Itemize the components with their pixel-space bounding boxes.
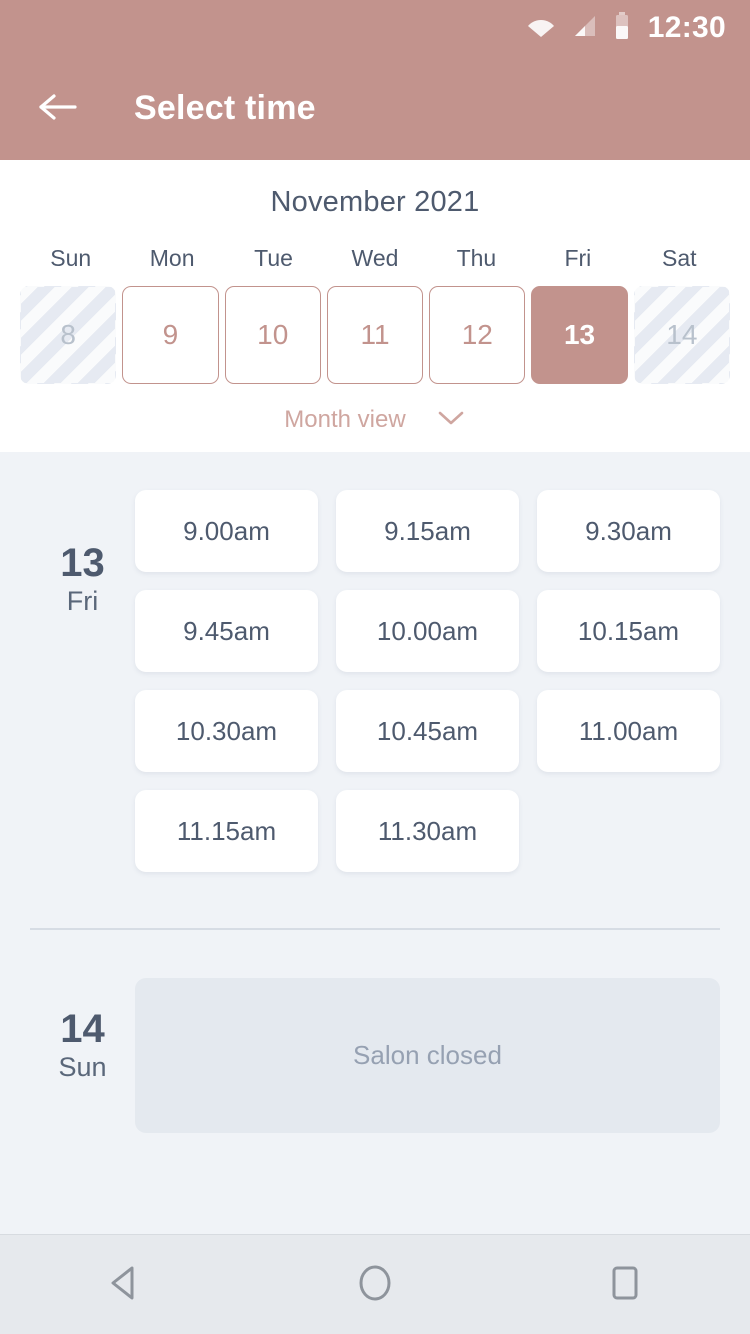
arrow-left-icon — [37, 91, 79, 126]
screen-select-time: 12:30 Select time November 2021 Sun Mon … — [0, 0, 750, 1334]
calendar-day-9[interactable]: 9 — [122, 286, 219, 384]
calendar-day-13[interactable]: 13 — [531, 286, 628, 384]
time-slot-5[interactable]: 10.15am — [537, 590, 720, 672]
weekday-label-tue: Tue — [254, 245, 293, 271]
calendar-month-title: November 2021 — [270, 186, 480, 218]
calendar-day-12[interactable]: 12 — [429, 286, 526, 384]
month-view-label: Month view — [284, 406, 406, 433]
schedule-day-13-number: 13 — [60, 541, 105, 585]
schedule-day-14-label: 14 Sun — [30, 978, 135, 1133]
weekday-label-mon: Mon — [149, 245, 195, 271]
time-slot-9[interactable]: 11.15am — [135, 790, 318, 872]
calendar-weekday-row: Sun Mon Tue Wed Thu Fri Sat — [0, 245, 750, 272]
battery-icon — [614, 11, 630, 45]
weekday-label-fri: Fri — [564, 245, 592, 271]
calendar-panel: November 2021 Sun Mon Tue Wed Thu Fri Sa… — [0, 160, 750, 452]
calendar-day-14: 14 — [634, 286, 730, 384]
time-slot-10[interactable]: 11.30am — [336, 790, 519, 872]
calendar-day-8: 8 — [20, 286, 116, 384]
signal-icon — [572, 14, 598, 43]
page-title: Select time — [134, 88, 316, 127]
schedule-day-14: 14 Sun Salon closed — [0, 930, 750, 1133]
status-bar: 12:30 — [0, 0, 750, 56]
time-slot-0[interactable]: 9.00am — [135, 490, 318, 572]
android-nav-bar — [0, 1234, 750, 1334]
schedule-list: 13 Fri 9.00am 9.15am 9.30am 9.45am 10.00… — [0, 452, 750, 1234]
time-slot-7[interactable]: 10.45am — [336, 690, 519, 772]
status-bar-clock: 12:30 — [647, 11, 726, 44]
schedule-day-13-slot-grid: 9.00am 9.15am 9.30am 9.45am 10.00am 10.1… — [135, 490, 720, 872]
chevron-down-icon — [436, 409, 466, 432]
status-bar-icons — [526, 11, 630, 45]
schedule-day-13-weekday: Fri — [66, 586, 99, 616]
weekday-label-sat: Sat — [662, 245, 697, 271]
time-slot-8[interactable]: 11.00am — [537, 690, 720, 772]
nav-home-button[interactable] — [315, 1235, 435, 1334]
back-triangle-icon — [106, 1263, 144, 1306]
month-view-toggle[interactable]: Month view — [0, 406, 750, 434]
calendar-day-11[interactable]: 11 — [326, 286, 424, 384]
calendar-day-10[interactable]: 10 — [224, 286, 321, 384]
weekday-label-wed: Wed — [351, 245, 399, 271]
back-button[interactable] — [30, 80, 86, 136]
time-slot-4[interactable]: 10.00am — [336, 590, 519, 672]
time-slot-6[interactable]: 10.30am — [135, 690, 318, 772]
schedule-day-13-label: 13 Fri — [30, 490, 135, 872]
wifi-icon — [526, 14, 556, 43]
schedule-day-13: 13 Fri 9.00am 9.15am 9.30am 9.45am 10.00… — [0, 452, 750, 872]
app-bar: Select time — [0, 56, 750, 160]
schedule-day-14-number: 14 — [60, 1007, 105, 1051]
time-slot-1[interactable]: 9.15am — [336, 490, 519, 572]
calendar-days-row: 8 9 10 11 12 13 14 — [0, 286, 750, 384]
nav-recents-button[interactable] — [565, 1235, 685, 1334]
recents-square-icon — [606, 1263, 644, 1306]
weekday-label-sun: Sun — [50, 245, 92, 271]
home-circle-icon — [355, 1263, 395, 1306]
schedule-day-14-weekday: Sun — [58, 1052, 107, 1082]
time-slot-2[interactable]: 9.30am — [537, 490, 720, 572]
nav-back-button[interactable] — [65, 1235, 185, 1334]
salon-closed-card: Salon closed — [135, 978, 720, 1133]
time-slot-3[interactable]: 9.45am — [135, 590, 318, 672]
weekday-label-thu: Thu — [456, 245, 497, 271]
